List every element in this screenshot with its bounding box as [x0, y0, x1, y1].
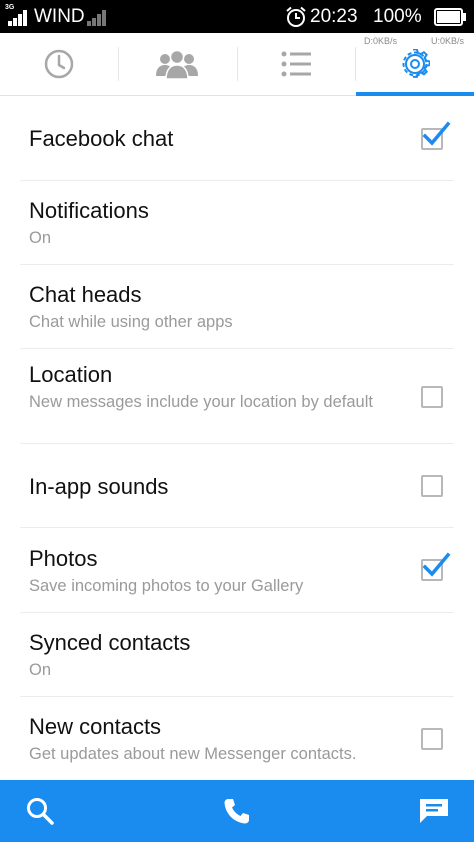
clock-icon [44, 49, 74, 79]
setting-title: Photos [29, 546, 98, 571]
setting-subtitle: On [29, 229, 52, 247]
checkmark-icon [422, 552, 451, 577]
bottom-action-bar [0, 780, 474, 842]
setting-title: Notifications [29, 198, 149, 223]
setting-photos[interactable]: Photos Save incoming photos to your Gall… [0, 528, 474, 613]
search-button[interactable] [0, 780, 80, 842]
setting-subtitle: Chat while using other apps [29, 313, 233, 331]
setting-facebook-chat[interactable]: Facebook chat [0, 96, 474, 181]
setting-subtitle: New messages include your location by de… [29, 393, 373, 411]
battery-icon [434, 8, 466, 26]
setting-in-app-sounds[interactable]: In-app sounds [0, 444, 474, 528]
tab-list[interactable] [237, 33, 355, 95]
settings-list: Facebook chat Notifications On Chat head… [0, 96, 474, 780]
clock-time: 20:23 [310, 6, 358, 27]
people-icon [156, 49, 198, 79]
compose-message-icon [420, 799, 448, 823]
facebook-chat-checkbox[interactable] [421, 121, 451, 150]
setting-title: Facebook chat [29, 126, 174, 151]
carrier-name: WIND [34, 6, 85, 27]
setting-subtitle: On [29, 661, 52, 679]
list-icon [281, 51, 311, 77]
in-app-sounds-checkbox[interactable] [421, 475, 443, 497]
setting-title: Location [29, 362, 113, 387]
call-button[interactable] [197, 780, 277, 842]
setting-title: Chat heads [29, 282, 142, 307]
tab-groups[interactable] [118, 33, 236, 95]
status-bar: 3G WIND 20:23 100% [0, 0, 474, 33]
setting-title: Synced contacts [29, 630, 191, 655]
secondary-signal-icon [87, 10, 106, 26]
setting-new-contacts[interactable]: New contacts Get updates about new Messe… [0, 697, 474, 780]
setting-notifications[interactable]: Notifications On [0, 181, 474, 265]
tab-bar: D:0KB/s U:0KB/s [0, 33, 474, 96]
new-contacts-checkbox[interactable] [421, 728, 443, 750]
setting-subtitle: Save incoming photos to your Gallery [29, 577, 304, 595]
photos-checkbox[interactable] [421, 552, 451, 581]
compose-button[interactable] [394, 780, 474, 842]
alarm-clock-icon [286, 6, 306, 27]
search-icon [27, 798, 54, 825]
setting-title: In-app sounds [29, 474, 169, 499]
gear-icon [402, 49, 430, 78]
signal-strength-icon [8, 10, 27, 26]
checkmark-icon [422, 121, 451, 146]
setting-chat-heads[interactable]: Chat heads Chat while using other apps [0, 265, 474, 349]
setting-synced-contacts[interactable]: Synced contacts On [0, 613, 474, 697]
tab-recent[interactable] [0, 33, 118, 95]
location-checkbox[interactable] [421, 386, 443, 408]
tab-settings[interactable] [356, 33, 474, 95]
setting-title: New contacts [29, 714, 162, 739]
battery-percent: 100% [373, 6, 422, 27]
setting-location[interactable]: Location New messages include your locat… [0, 349, 474, 444]
setting-subtitle: Get updates about new Messenger contacts… [29, 745, 357, 763]
phone-icon [224, 799, 249, 824]
